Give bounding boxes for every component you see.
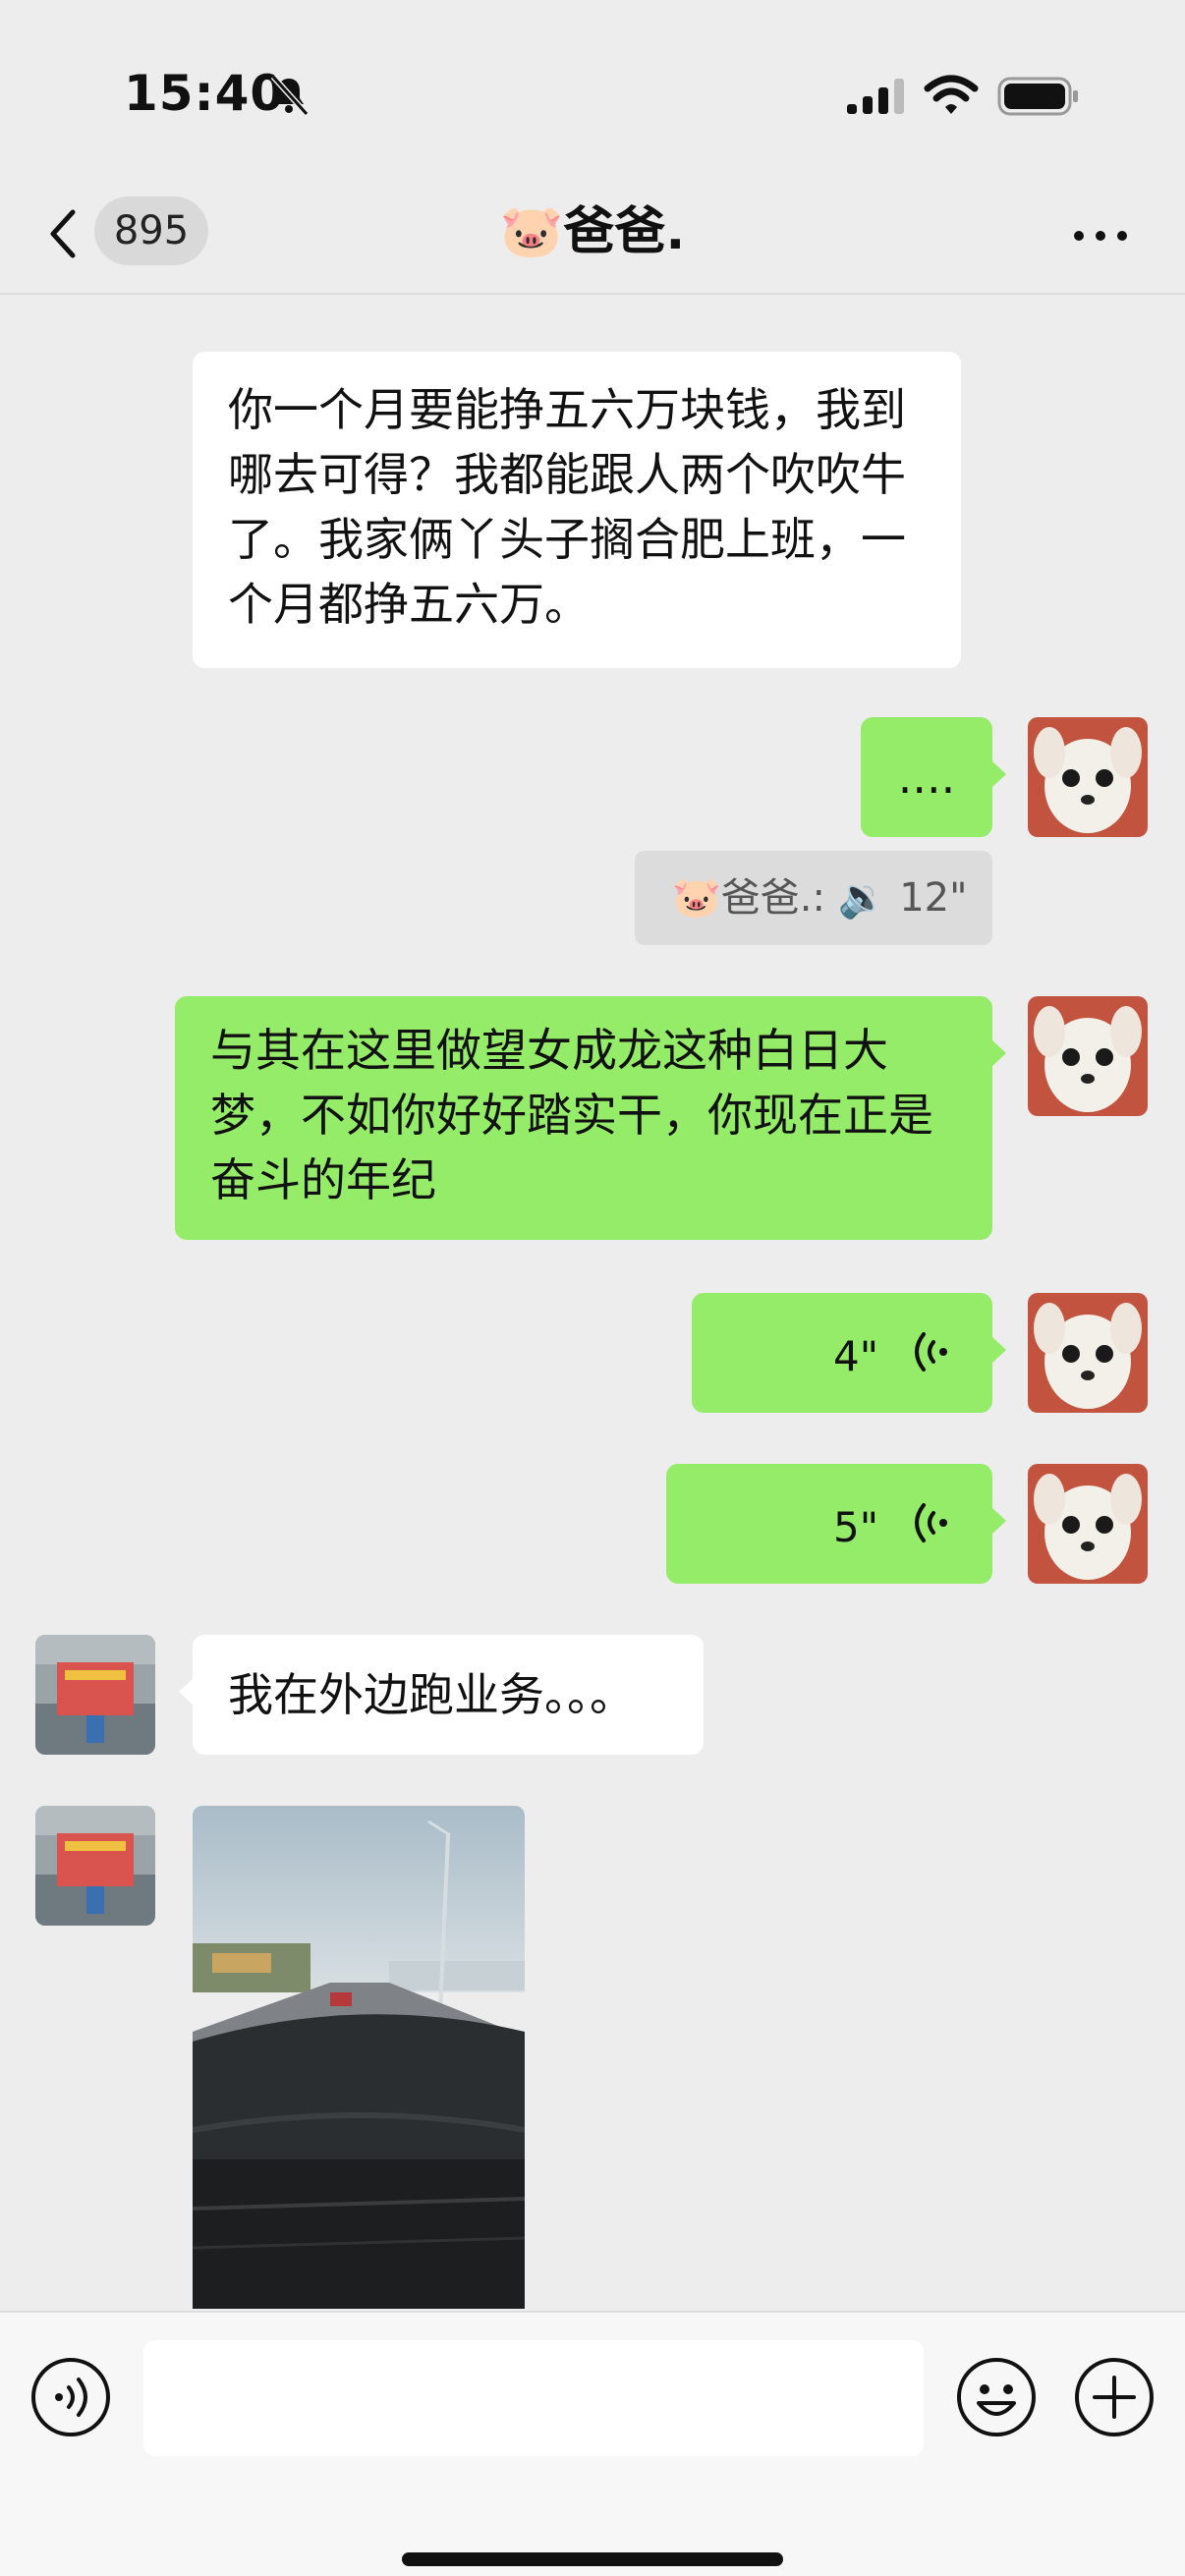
bubble-tail xyxy=(991,1336,1006,1364)
status-bar: 15:40 xyxy=(0,0,1185,177)
emoji-icon[interactable] xyxy=(955,2356,1038,2438)
voice-duration: 4" xyxy=(833,1332,879,1380)
message-text: 与其在这里做望女成龙这种白日大梦，不如你好好踏实干，你现在正是奋斗的年纪 xyxy=(210,1024,933,1206)
self-avatar[interactable] xyxy=(1028,1464,1148,1584)
contact-avatar[interactable] xyxy=(35,1806,155,1926)
voice-input-icon[interactable] xyxy=(29,2356,112,2438)
self-avatar[interactable] xyxy=(1028,996,1148,1116)
home-indicator xyxy=(402,2552,783,2566)
bubble-tail xyxy=(991,1507,1006,1535)
message-text: .... xyxy=(897,751,956,804)
self-avatar[interactable] xyxy=(1028,717,1148,837)
message-bubble-incoming[interactable]: 我在外边跑业务。。。 xyxy=(179,1635,704,1755)
car-dashboard-road-photo xyxy=(193,1806,525,2309)
message-input[interactable] xyxy=(143,2340,924,2456)
message-input-bar xyxy=(0,2311,1185,2576)
bell-muted-icon xyxy=(270,74,310,116)
quote-text: 🐷爸爸.: 🔉 12" xyxy=(672,875,968,921)
quoted-voice-reply[interactable]: 🐷爸爸.: 🔉 12" xyxy=(635,851,992,945)
message-bubble-outgoing[interactable]: .... xyxy=(861,717,1006,837)
voice-message-outgoing[interactable]: 5" xyxy=(666,1464,1006,1584)
bubble-tail xyxy=(991,760,1006,788)
image-message-incoming[interactable] xyxy=(193,1806,525,2309)
voice-duration: 5" xyxy=(833,1503,879,1551)
message-bubble-incoming[interactable]: 你一个月要能挣五六万块钱，我到哪去可得？我都能跟人两个吹吹牛了。我家俩丫头子搁合… xyxy=(193,352,961,668)
more-dots-icon[interactable] xyxy=(1071,226,1130,246)
chevron-left-icon[interactable] xyxy=(43,204,83,263)
chat-header: 895 🐷爸爸. xyxy=(0,177,1185,295)
unread-count-badge[interactable]: 895 xyxy=(94,196,208,265)
battery-icon xyxy=(997,77,1078,116)
message-text: 你一个月要能挣五六万块钱，我到哪去可得？我都能跟人两个吹吹牛了。我家俩丫头子搁合… xyxy=(228,383,906,631)
signal-icon xyxy=(847,79,904,114)
plus-icon[interactable] xyxy=(1073,2356,1156,2438)
voice-wave-icon xyxy=(915,1332,947,1372)
contact-avatar[interactable] xyxy=(35,1635,155,1755)
message-bubble-outgoing[interactable]: 与其在这里做望女成龙这种白日大梦，不如你好好踏实干，你现在正是奋斗的年纪 xyxy=(175,996,1006,1240)
bubble-tail xyxy=(179,1678,194,1706)
wifi-icon xyxy=(924,75,979,114)
message-text: 我在外边跑业务。。。 xyxy=(228,1668,635,1721)
bubble-tail xyxy=(991,1039,1006,1067)
self-avatar[interactable] xyxy=(1028,1293,1148,1413)
status-time: 15:40 xyxy=(124,65,286,122)
voice-wave-icon xyxy=(915,1503,947,1542)
chat-message-list[interactable]: 你一个月要能挣五六万块钱，我到哪去可得？我都能跟人两个吹吹牛了。我家俩丫头子搁合… xyxy=(0,177,1185,2309)
voice-message-outgoing[interactable]: 4" xyxy=(692,1293,1006,1413)
